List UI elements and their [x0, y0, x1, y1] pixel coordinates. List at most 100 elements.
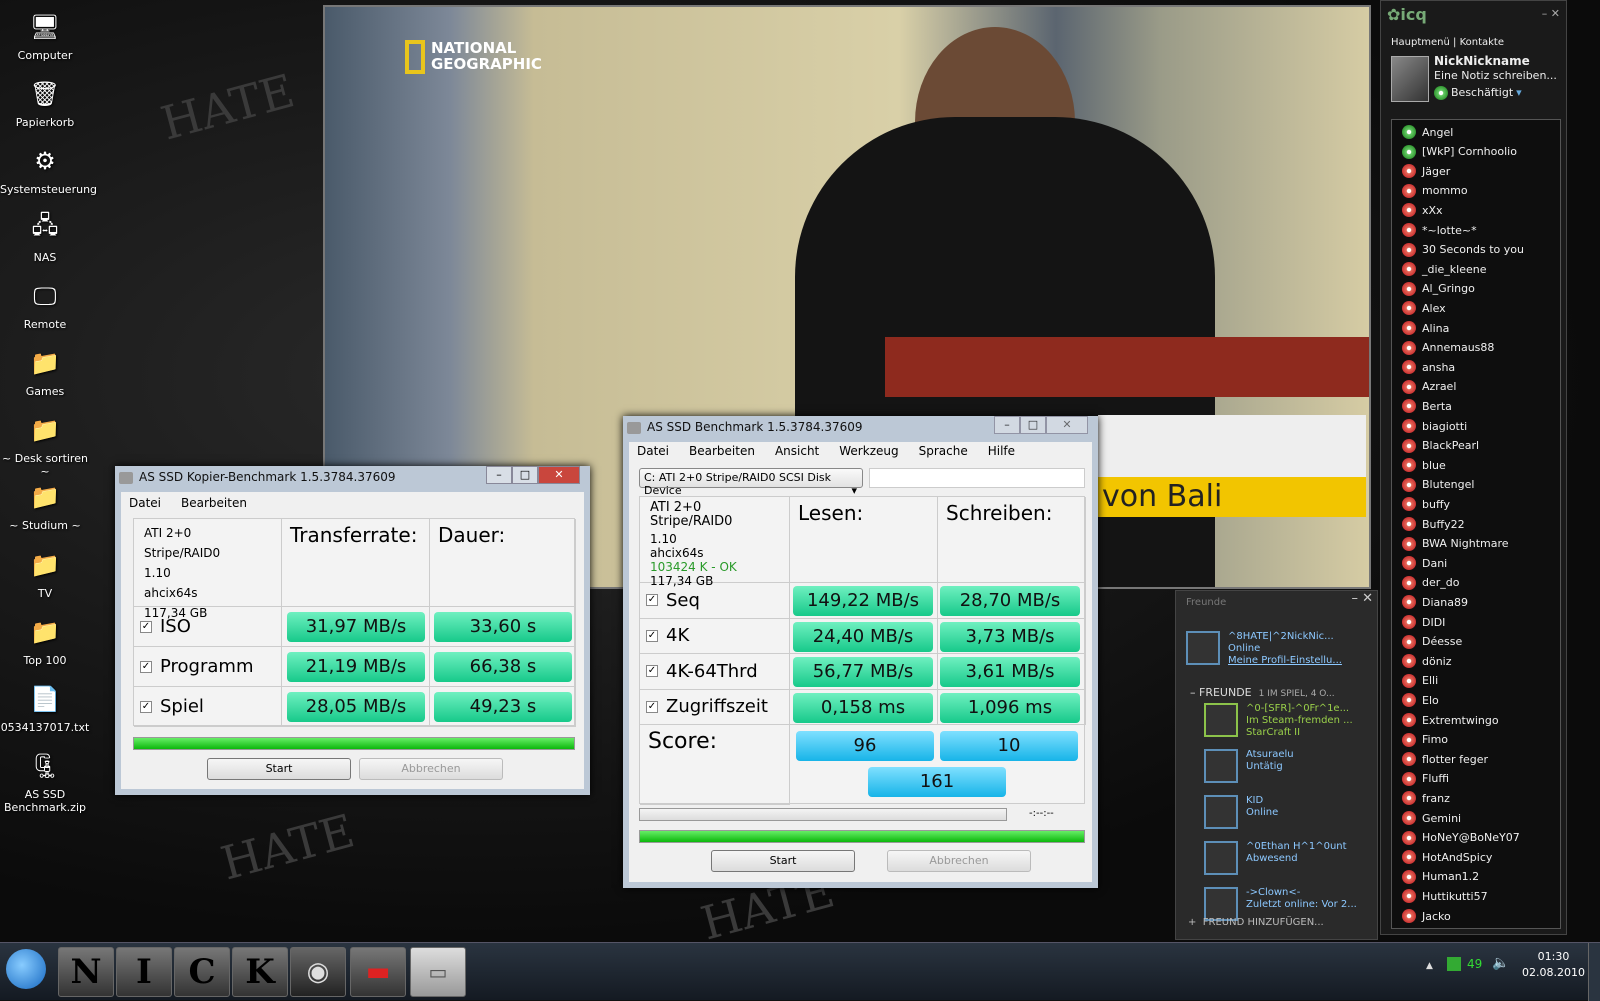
test-row-iso[interactable]: ✓ ISO: [134, 607, 282, 647]
avatar[interactable]: [1391, 56, 1429, 102]
contact-item[interactable]: Blutengel: [1402, 477, 1474, 492]
contact-item[interactable]: Déesse: [1402, 634, 1462, 649]
contact-item[interactable]: Human1.2: [1402, 869, 1479, 884]
note-input[interactable]: Eine Notiz schreiben...: [1434, 69, 1557, 82]
contact-item[interactable]: Buffy22: [1402, 517, 1465, 531]
cancel-button[interactable]: Abbrechen: [359, 758, 503, 780]
friend-item[interactable]: KID Online: [1204, 795, 1278, 829]
desktop-icon[interactable]: 📁 ~ Studium ~: [0, 478, 90, 532]
menu-item[interactable]: Bearbeiten: [689, 444, 755, 458]
contact-item[interactable]: DIDI: [1402, 615, 1445, 629]
test-row-seq[interactable]: ✓ Seq: [640, 583, 790, 619]
volume-icon[interactable]: 🔈: [1492, 955, 1509, 971]
contact-item[interactable]: Extremtwingo: [1402, 713, 1499, 727]
test-row-zugriffszeit[interactable]: ✓ Zugriffszeit: [640, 689, 790, 725]
friend-item[interactable]: ->Clown<- Zuletzt online: Vor 2...: [1204, 887, 1357, 921]
friend-item[interactable]: ^0-[SFR]-^0Fr^1e... Im Steam-fremden ... S…: [1204, 703, 1353, 739]
contact-item[interactable]: Annemaus88: [1402, 340, 1494, 355]
friends-group-header[interactable]: – FREUNDE 1 IM SPIEL, 4 O...: [1190, 686, 1335, 699]
pinned-app-button[interactable]: C: [174, 947, 230, 997]
contact-item[interactable]: BlackPearl: [1402, 438, 1479, 453]
checkbox[interactable]: ✓: [646, 594, 658, 607]
desktop-icon[interactable]: 📄 0534137017.txt: [0, 680, 90, 734]
contact-item[interactable]: franz: [1402, 791, 1450, 806]
contact-item[interactable]: Gemini: [1402, 811, 1461, 825]
contact-item[interactable]: blue: [1402, 458, 1446, 473]
menu-item[interactable]: Datei: [637, 444, 669, 458]
contact-item[interactable]: _die_kleene: [1402, 262, 1487, 277]
desktop-icon[interactable]: 🗜 AS SSD Benchmark.zip: [0, 747, 90, 814]
close-button[interactable]: ✕: [1362, 591, 1373, 606]
desktop-icon[interactable]: 📁 TV: [0, 546, 90, 600]
minimize-button[interactable]: –: [1351, 591, 1362, 606]
steam-taskbar-button[interactable]: ◉: [290, 947, 346, 997]
menu-main[interactable]: Hauptmenü: [1391, 37, 1450, 48]
contact-item[interactable]: ansha: [1402, 360, 1455, 375]
contact-item[interactable]: Diana89: [1402, 595, 1468, 610]
minimize-button[interactable]: –: [486, 466, 512, 484]
minimize-button[interactable]: –: [994, 416, 1020, 434]
network-tray-icon[interactable]: [1447, 957, 1461, 971]
contact-item[interactable]: flotter feger: [1402, 752, 1488, 767]
contact-item[interactable]: buffy: [1402, 497, 1450, 512]
menu-item[interactable]: Datei: [129, 496, 161, 510]
cancel-button[interactable]: Abbrechen: [887, 850, 1031, 872]
clock[interactable]: 01:30 02.08.2010: [1522, 949, 1585, 981]
contact-item[interactable]: der_do: [1402, 575, 1460, 590]
contact-item[interactable]: Elo: [1402, 693, 1439, 708]
checkbox[interactable]: ✓: [646, 665, 658, 678]
close-button[interactable]: ✕: [538, 466, 580, 484]
desktop-icon[interactable]: 🗑 Papierkorb: [0, 75, 90, 129]
contact-item[interactable]: Jäger: [1402, 164, 1450, 179]
contact-item[interactable]: Al_Gringo: [1402, 281, 1475, 296]
show-hidden-icons-button[interactable]: ▲: [1426, 961, 1433, 971]
contact-item[interactable]: Fimo: [1402, 732, 1448, 747]
contact-item[interactable]: Berta: [1402, 399, 1452, 414]
contact-item[interactable]: xXx: [1402, 203, 1443, 218]
menu-item[interactable]: Ansicht: [775, 444, 819, 458]
desktop-icon[interactable]: 🖵 Remote: [0, 277, 90, 331]
contact-item[interactable]: Fluffi: [1402, 771, 1449, 786]
contact-item[interactable]: BWA Nightmare: [1402, 536, 1509, 551]
menu-item[interactable]: Werkzeug: [839, 444, 898, 458]
contact-item[interactable]: 30 Seconds to you: [1402, 242, 1524, 257]
desktop-icon[interactable]: 🖥 Computer: [0, 8, 90, 62]
close-button[interactable]: ✕: [1551, 7, 1560, 20]
desktop-icon[interactable]: 📁 ~ Desk sortiren ~: [0, 411, 90, 478]
contact-item[interactable]: mommo: [1402, 183, 1468, 198]
desktop-icon[interactable]: 🖧 NAS: [0, 210, 90, 264]
checkbox[interactable]: ✓: [140, 660, 152, 673]
show-desktop-button[interactable]: [1588, 943, 1600, 1001]
test-row-4k-64thrd[interactable]: ✓ 4K-64Thrd: [640, 654, 790, 690]
maximize-button[interactable]: □: [512, 466, 538, 484]
desktop-icon[interactable]: 📁 Top 100: [0, 613, 90, 667]
contact-item[interactable]: Angel: [1402, 125, 1453, 139]
contact-item[interactable]: HotAndSpicy: [1402, 850, 1492, 865]
checkbox[interactable]: ✓: [140, 700, 152, 713]
contact-item[interactable]: Huttikutti57: [1402, 889, 1488, 904]
add-friend-button[interactable]: + FREUND HINZUFÜGEN...: [1188, 917, 1324, 928]
test-row-spiel[interactable]: ✓ Spiel: [134, 687, 282, 727]
menu-contacts[interactable]: Kontakte: [1460, 37, 1504, 48]
contact-item[interactable]: Elli: [1402, 673, 1438, 688]
pinned-app-button[interactable]: N: [58, 947, 114, 997]
start-button[interactable]: Start: [207, 758, 351, 780]
checkbox[interactable]: ✓: [140, 620, 152, 633]
friend-item[interactable]: ^0Ethan H^1^0unt Abwesend: [1204, 841, 1347, 875]
contact-item[interactable]: Dani: [1402, 556, 1447, 571]
profile-settings-link[interactable]: Meine Profil-Einstellu...: [1228, 655, 1342, 667]
toolbox-taskbar-button[interactable]: ▬: [350, 947, 406, 997]
contact-item[interactable]: HoNeY@BoNeY07: [1402, 830, 1520, 845]
contact-item[interactable]: Alina: [1402, 321, 1449, 335]
desktop-icon[interactable]: 📁 Games: [0, 344, 90, 398]
maximize-button[interactable]: □: [1020, 416, 1046, 434]
device-select[interactable]: C: ATI 2+0 Stripe/RAID0 SCSI Disk Device…: [639, 468, 863, 497]
pinned-app-button[interactable]: I: [116, 947, 172, 997]
menu-item[interactable]: Hilfe: [988, 444, 1015, 458]
minimize-button[interactable]: –: [1542, 7, 1551, 20]
status-select[interactable]: Beschäftigt ▾: [1434, 86, 1522, 100]
test-row-programm[interactable]: ✓ Programm: [134, 647, 282, 687]
contact-item[interactable]: döniz: [1402, 654, 1452, 669]
desktop-icon[interactable]: ⚙ Systemsteuerung: [0, 142, 97, 196]
contact-item[interactable]: *~lotte~*: [1402, 223, 1477, 237]
